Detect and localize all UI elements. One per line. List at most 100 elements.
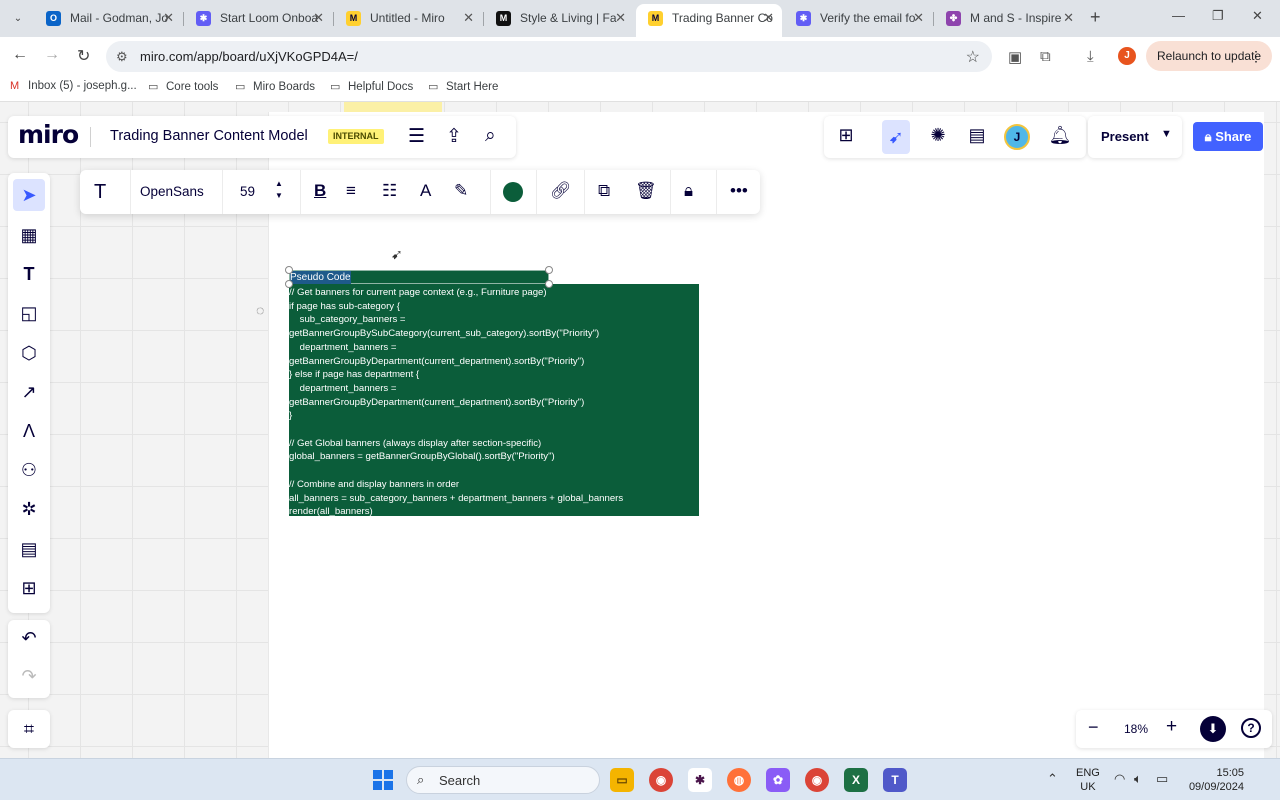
resize-handle-bottom-right[interactable] (545, 280, 553, 288)
bullet-list-icon[interactable]: ☷ (382, 181, 397, 201)
sticky-note-icon[interactable]: ◱ (13, 297, 45, 329)
classification-badge[interactable]: INTERNAL (328, 129, 384, 144)
chrome-profile-icon[interactable]: ◉ (805, 768, 829, 792)
resize-handle-bottom-left[interactable] (285, 280, 293, 288)
resize-handle-top-left[interactable] (285, 266, 293, 274)
close-icon[interactable]: ✕ (615, 4, 626, 32)
windows-start-icon[interactable] (373, 770, 393, 790)
extensions-icon[interactable]: ⧉ (1040, 48, 1051, 65)
volume-icon[interactable]: 🔈︎ (1134, 771, 1142, 787)
reactions-icon[interactable]: ➹ (882, 120, 910, 154)
site-info-icon[interactable]: ⚙ (116, 49, 128, 65)
zoom-out-icon[interactable]: − (1088, 717, 1099, 738)
minimize-icon[interactable]: — (1172, 8, 1185, 23)
forward-icon[interactable]: → (44, 46, 60, 64)
shapes-icon[interactable]: ⬡ (13, 337, 45, 369)
text-tool-icon[interactable]: T (13, 258, 45, 290)
close-icon[interactable]: ✕ (463, 4, 474, 32)
fit-to-screen-icon[interactable]: ⬇ (1200, 716, 1226, 742)
chrome-icon[interactable]: ◉ (649, 768, 673, 792)
window-close-icon[interactable]: ✕ (1252, 8, 1263, 24)
frames-icon[interactable]: ⌗ (13, 713, 45, 745)
more-icon[interactable]: ⋮ (1249, 41, 1263, 71)
profile-avatar[interactable]: J (1118, 47, 1136, 65)
close-icon[interactable]: ✕ (163, 4, 174, 32)
zoom-in-icon[interactable]: + (1166, 716, 1177, 738)
bookmark-star-icon[interactable]: ☆ (966, 47, 980, 67)
language-indicator[interactable]: ENG UK (1076, 766, 1100, 794)
mind-map-icon[interactable]: ✲ (13, 493, 45, 525)
fill-color-swatch[interactable] (503, 182, 523, 202)
tab-search-icon[interactable]: ⌄ (8, 9, 28, 29)
zoom-level[interactable]: 18% (1124, 722, 1148, 736)
more-options-icon[interactable]: ••• (730, 181, 748, 201)
frames-button[interactable]: ⌗ (8, 710, 50, 748)
copilot-icon[interactable]: ✿ (766, 768, 790, 792)
close-icon[interactable]: ✕ (913, 4, 924, 32)
teams-icon[interactable]: T (883, 768, 907, 792)
celebrate-icon[interactable]: ✺ (924, 125, 952, 146)
undo-icon[interactable]: ↶ (13, 622, 45, 654)
battery-icon[interactable]: ▭ (1156, 771, 1168, 787)
templates-icon[interactable]: ▦ (13, 219, 45, 251)
lock-icon[interactable]: 🔒︎ (684, 181, 693, 201)
apps-icon[interactable]: ⊞ (832, 125, 860, 146)
menu-icon[interactable]: ☰ (408, 125, 425, 148)
search-icon[interactable]: ⌕ (485, 125, 496, 147)
comment-tool-icon[interactable]: ▤ (13, 533, 45, 565)
extension-alert-icon[interactable]: ▣ (1008, 48, 1022, 66)
back-icon[interactable]: ← (12, 46, 28, 64)
more-tools-icon[interactable]: ⊞ (13, 572, 45, 604)
tab-style-living[interactable]: M Style & Living | Fa ✕ (484, 4, 634, 34)
delete-icon[interactable]: 🗑︎ (635, 181, 657, 201)
font-size-stepper[interactable]: ▲ ▼ (275, 178, 283, 202)
board-title[interactable]: Trading Banner Content Model (110, 128, 308, 144)
resize-handle-top-right[interactable] (545, 266, 553, 274)
notifications-icon[interactable]: 🔔︎ (1046, 125, 1074, 146)
restore-icon[interactable]: ❐ (1212, 8, 1224, 24)
font-family-select[interactable]: OpenSans (140, 184, 204, 199)
duplicate-icon[interactable]: ⧉ (598, 181, 610, 201)
pseudo-code-content[interactable]: // Get banners for current page context … (289, 286, 699, 519)
present-button[interactable]: Present ▼ (1088, 116, 1182, 158)
bookmark-core-tools[interactable]: ▭ Core tools (148, 80, 218, 93)
file-explorer-icon[interactable]: ▭ (610, 768, 634, 792)
font-size-input[interactable]: 59 (240, 184, 255, 199)
export-icon[interactable]: ⇪ (446, 125, 462, 148)
align-left-icon[interactable]: ≡ (346, 181, 356, 201)
miro-logo[interactable]: miro (18, 120, 79, 149)
diagram-icon[interactable]: ⚇ (13, 454, 45, 486)
tab-mail[interactable]: O Mail - Godman, Jo ✕ (34, 4, 182, 34)
tab-loom-onboarding[interactable]: ✱ Start Loom Onboa ✕ (184, 4, 332, 34)
select-tool-icon[interactable]: ➤ (13, 179, 45, 211)
bookmark-inbox[interactable]: M Inbox (5) - joseph.g... (10, 80, 137, 92)
comments-icon[interactable]: ▤ (963, 125, 991, 146)
tab-m-and-s[interactable]: ✤ M and S - Inspire ✕ (934, 4, 1082, 34)
slack-icon[interactable]: ✱ (688, 768, 712, 792)
reload-icon[interactable]: ↻ (77, 46, 90, 66)
help-icon[interactable]: ? (1241, 718, 1261, 738)
tab-untitled-miro[interactable]: M Untitled - Miro ✕ (334, 4, 482, 34)
close-icon[interactable]: ✕ (1063, 4, 1074, 32)
wifi-icon[interactable]: ◠ (1114, 771, 1125, 787)
download-icon[interactable]: ⤓ (1087, 48, 1094, 65)
pen-icon[interactable]: Λ (13, 415, 45, 447)
close-icon[interactable]: ✕ (763, 4, 774, 32)
selected-title-object[interactable]: Pseudo Code (289, 270, 549, 284)
pseudo-code-title[interactable]: Pseudo Code (290, 271, 351, 284)
bold-icon[interactable]: B (314, 181, 326, 201)
new-tab-button[interactable]: + (1090, 7, 1101, 28)
tab-verify-email[interactable]: ✱ Verify the email fo ✕ (784, 4, 932, 34)
excel-icon[interactable]: X (844, 768, 868, 792)
link-icon[interactable]: 🔗︎ (550, 181, 572, 201)
chevron-down-icon[interactable]: ▼ (1161, 128, 1172, 140)
share-button[interactable]: 🔒︎ Share (1193, 122, 1263, 151)
text-color-icon[interactable]: A (420, 181, 431, 201)
bookmark-start-here[interactable]: ▭ Start Here (428, 80, 498, 93)
url-text[interactable]: miro.com/app/board/uXjVKoGPD4A=/ (140, 49, 358, 64)
system-clock[interactable]: 15:05 09/09/2024 (1186, 766, 1244, 794)
relaunch-button[interactable]: Relaunch to update ⋮ (1146, 41, 1272, 71)
highlight-icon[interactable]: ✎ (454, 181, 468, 201)
bookmark-helpful-docs[interactable]: ▭ Helpful Docs (330, 80, 413, 93)
text-type-icon[interactable]: T (94, 181, 106, 204)
